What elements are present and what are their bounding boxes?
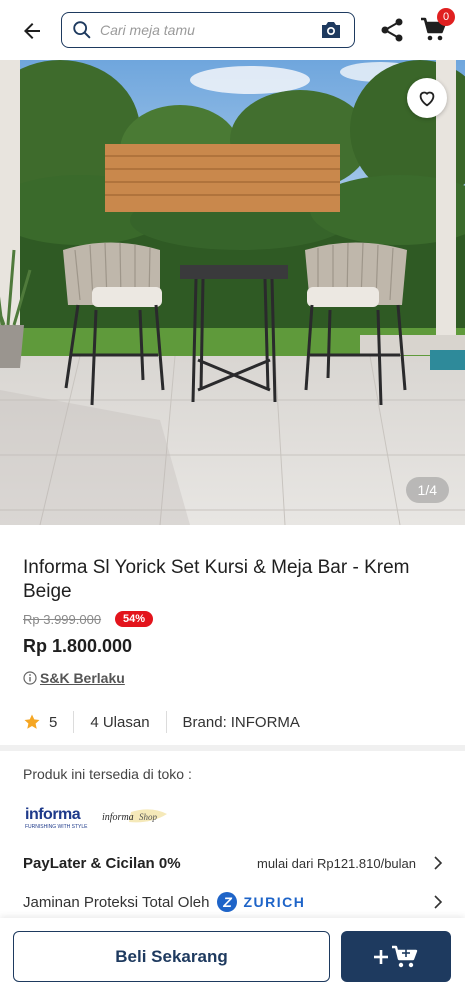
rating-value: 5	[49, 713, 58, 731]
store-availability-label: Produk ini tersedia di toko :	[23, 766, 192, 782]
heart-icon	[419, 91, 435, 107]
product-photo	[0, 60, 465, 525]
plus-cart-icon	[374, 945, 418, 967]
product-image-gallery[interactable]: 1/4	[0, 60, 465, 525]
bottom-action-bar: Beli Sekarang	[0, 918, 465, 1000]
paylater-label: PayLater & Cicilan 0%	[23, 854, 181, 872]
divider	[165, 711, 167, 733]
cart-count-badge: 0	[437, 8, 455, 26]
wishlist-button[interactable]	[407, 78, 447, 118]
divider	[73, 711, 75, 733]
svg-text:informa: informa	[102, 812, 134, 823]
camera-search-button[interactable]	[320, 20, 342, 40]
share-button[interactable]	[378, 16, 406, 44]
protection-label: Jaminan Proteksi Total Oleh	[23, 893, 210, 911]
svg-text:FURNISHING WITH STYLE: FURNISHING WITH STYLE	[25, 824, 88, 830]
terms-link[interactable]: S&K Berlaku	[23, 670, 125, 686]
brand-label: Brand:	[182, 713, 227, 731]
paylater-value: mulai dari Rp121.810/bulan	[257, 855, 416, 871]
current-price: Rp 1.800.000	[23, 636, 133, 656]
brand-value[interactable]: INFORMA	[231, 714, 300, 731]
add-to-cart-button[interactable]	[341, 931, 451, 982]
zurich-brand: ZURICH	[243, 894, 306, 910]
info-icon	[23, 671, 37, 685]
original-price: Rp 3.999.000	[23, 612, 102, 627]
chevron-right-icon	[434, 895, 443, 909]
search-input[interactable]	[100, 22, 300, 38]
paylater-row[interactable]: PayLater & Cicilan 0% mulai dari Rp121.8…	[23, 852, 443, 874]
product-title: Informa Sl Yorick Set Kursi & Meja Bar -…	[23, 557, 410, 602]
chevron-right-icon	[434, 856, 443, 870]
svg-text:Shop: Shop	[139, 812, 158, 822]
discount-badge: 54%	[115, 611, 154, 627]
informa-logo[interactable]: informa FURNISHING WITH STYLE	[24, 804, 90, 830]
protection-row[interactable]: Jaminan Proteksi Total Oleh Z ZURICH	[23, 890, 443, 914]
back-button[interactable]	[18, 17, 46, 45]
informa-shop-logo[interactable]: informa Shop	[101, 808, 171, 826]
product-detail-page: 0	[0, 0, 465, 1000]
zurich-z-icon: Z	[217, 892, 238, 912]
buy-now-button[interactable]: Beli Sekarang	[13, 931, 330, 982]
image-counter: 1/4	[405, 477, 449, 503]
section-divider	[0, 745, 465, 751]
arrow-left-icon	[24, 23, 40, 39]
svg-text:informa: informa	[25, 806, 81, 823]
zurich-logo: Z ZURICH	[217, 892, 305, 912]
rating-row: 5 4 Ulasan Brand: INFORMA	[23, 708, 300, 736]
share-icon	[381, 18, 403, 42]
search-icon	[70, 18, 94, 42]
top-header: 0	[0, 0, 465, 60]
terms-label: S&K Berlaku	[40, 670, 125, 686]
star-icon	[24, 714, 40, 729]
reviews-link[interactable]: 4 Ulasan	[90, 714, 149, 731]
search-bar[interactable]	[61, 12, 355, 48]
camera-icon	[322, 22, 340, 38]
